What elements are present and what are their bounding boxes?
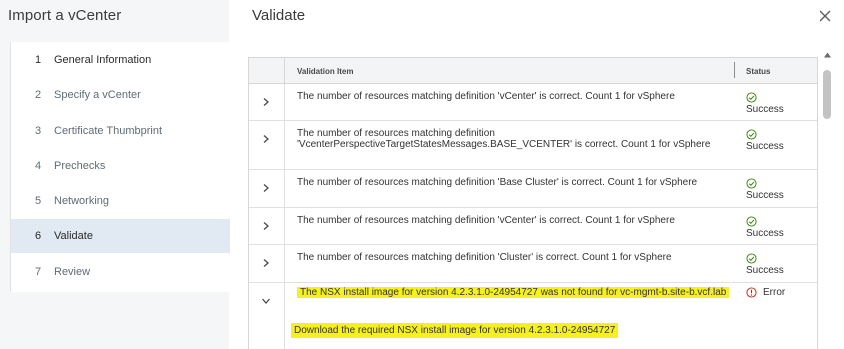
step-specify-vcenter[interactable]: 2 Specify a vCenter [11,78,230,112]
step-number: 4 [35,160,42,172]
step-label: Networking [54,195,110,207]
column-resize-handle[interactable] [734,62,735,78]
table-row: The number of resources matching definit… [249,208,817,245]
wizard-sidebar: Import a vCenter 1 General Information 2… [0,0,230,349]
scroll-up-arrow-icon[interactable] [823,46,832,58]
error-icon [746,287,757,298]
page-title: Validate [252,7,306,24]
status-cell: Error [746,287,806,298]
step-general-information[interactable]: 1 General Information [11,43,230,77]
step-number: 5 [35,195,42,207]
step-number: 6 [35,230,42,242]
column-header-validation-item[interactable]: Validation Item [297,67,353,76]
expand-cell [249,170,285,207]
chevron-down-icon[interactable] [261,293,271,304]
status-text: Success [746,141,784,152]
status-text: Error [763,287,786,298]
expand-cell [249,283,285,349]
error-detail-text: Download the required NSX install image … [291,323,619,338]
step-label: Certificate Thumbprint [54,125,163,137]
step-certificate-thumbprint[interactable]: 3 Certificate Thumbprint [11,114,230,148]
validation-message: The number of resources matching definit… [297,177,698,188]
step-number: 2 [35,89,42,101]
success-icon [746,216,757,227]
status-cell: Success [746,216,806,239]
step-label: General Information [54,54,152,66]
status-cell: Success [746,92,806,115]
success-icon [746,253,757,264]
success-icon [746,129,757,140]
expand-cell [249,121,285,169]
status-text: Success [746,190,784,201]
step-label: Validate [54,230,93,242]
expand-cell [249,84,285,120]
scrollbar-thumb[interactable] [823,70,831,119]
validation-message: The number of resources matching definit… [297,215,675,226]
highlighted-error-text: The NSX install image for version 4.2.3.… [297,287,730,298]
table-row: The number of resources matching definit… [249,245,817,283]
chevron-right-icon[interactable] [261,180,271,192]
step-networking[interactable]: 5 Networking [11,184,230,218]
step-review[interactable]: 7 Review [11,255,230,289]
wizard-step-list: 1 General Information 2 Specify a vCente… [10,42,230,292]
status-cell: Success [746,253,806,276]
chevron-right-icon[interactable] [261,255,271,267]
table-row-expanded: The NSX install image for version 4.2.3.… [249,283,817,349]
validation-message: The number of resources matching definit… [297,128,711,150]
validation-message: The number of resources matching definit… [297,91,675,102]
success-icon [746,178,757,189]
expand-column-header [249,58,285,83]
chevron-right-icon[interactable] [261,94,271,106]
table-row: The number of resources matching definit… [249,121,817,170]
step-label: Specify a vCenter [54,89,141,101]
validation-message: The NSX install image for version 4.2.3.… [297,287,737,298]
step-label: Prechecks [54,160,106,172]
table-row: The number of resources matching definit… [249,84,817,121]
validation-message: The number of resources matching definit… [297,252,672,263]
step-label: Review [54,266,91,278]
expand-cell [249,208,285,244]
status-cell: Success [746,178,806,201]
step-validate[interactable]: 6 Validate [11,219,230,253]
status-text: Success [746,228,784,239]
expand-cell [249,245,285,282]
step-number: 3 [35,125,42,137]
status-text: Success [746,104,784,115]
validation-grid: Validation Item Status The number of res… [248,57,818,349]
status-text: Success [746,265,784,276]
column-header-status[interactable]: Status [746,67,770,76]
step-number: 7 [35,266,42,278]
close-icon[interactable] [818,9,832,23]
grid-header: Validation Item Status [249,58,817,84]
step-prechecks[interactable]: 4 Prechecks [11,149,230,183]
chevron-right-icon[interactable] [261,218,271,230]
table-row: The number of resources matching definit… [249,170,817,208]
status-cell: Success [746,129,806,152]
wizard-title: Import a vCenter [8,7,122,24]
step-number: 1 [35,54,42,66]
chevron-right-icon[interactable] [261,131,271,143]
success-icon [746,92,757,103]
